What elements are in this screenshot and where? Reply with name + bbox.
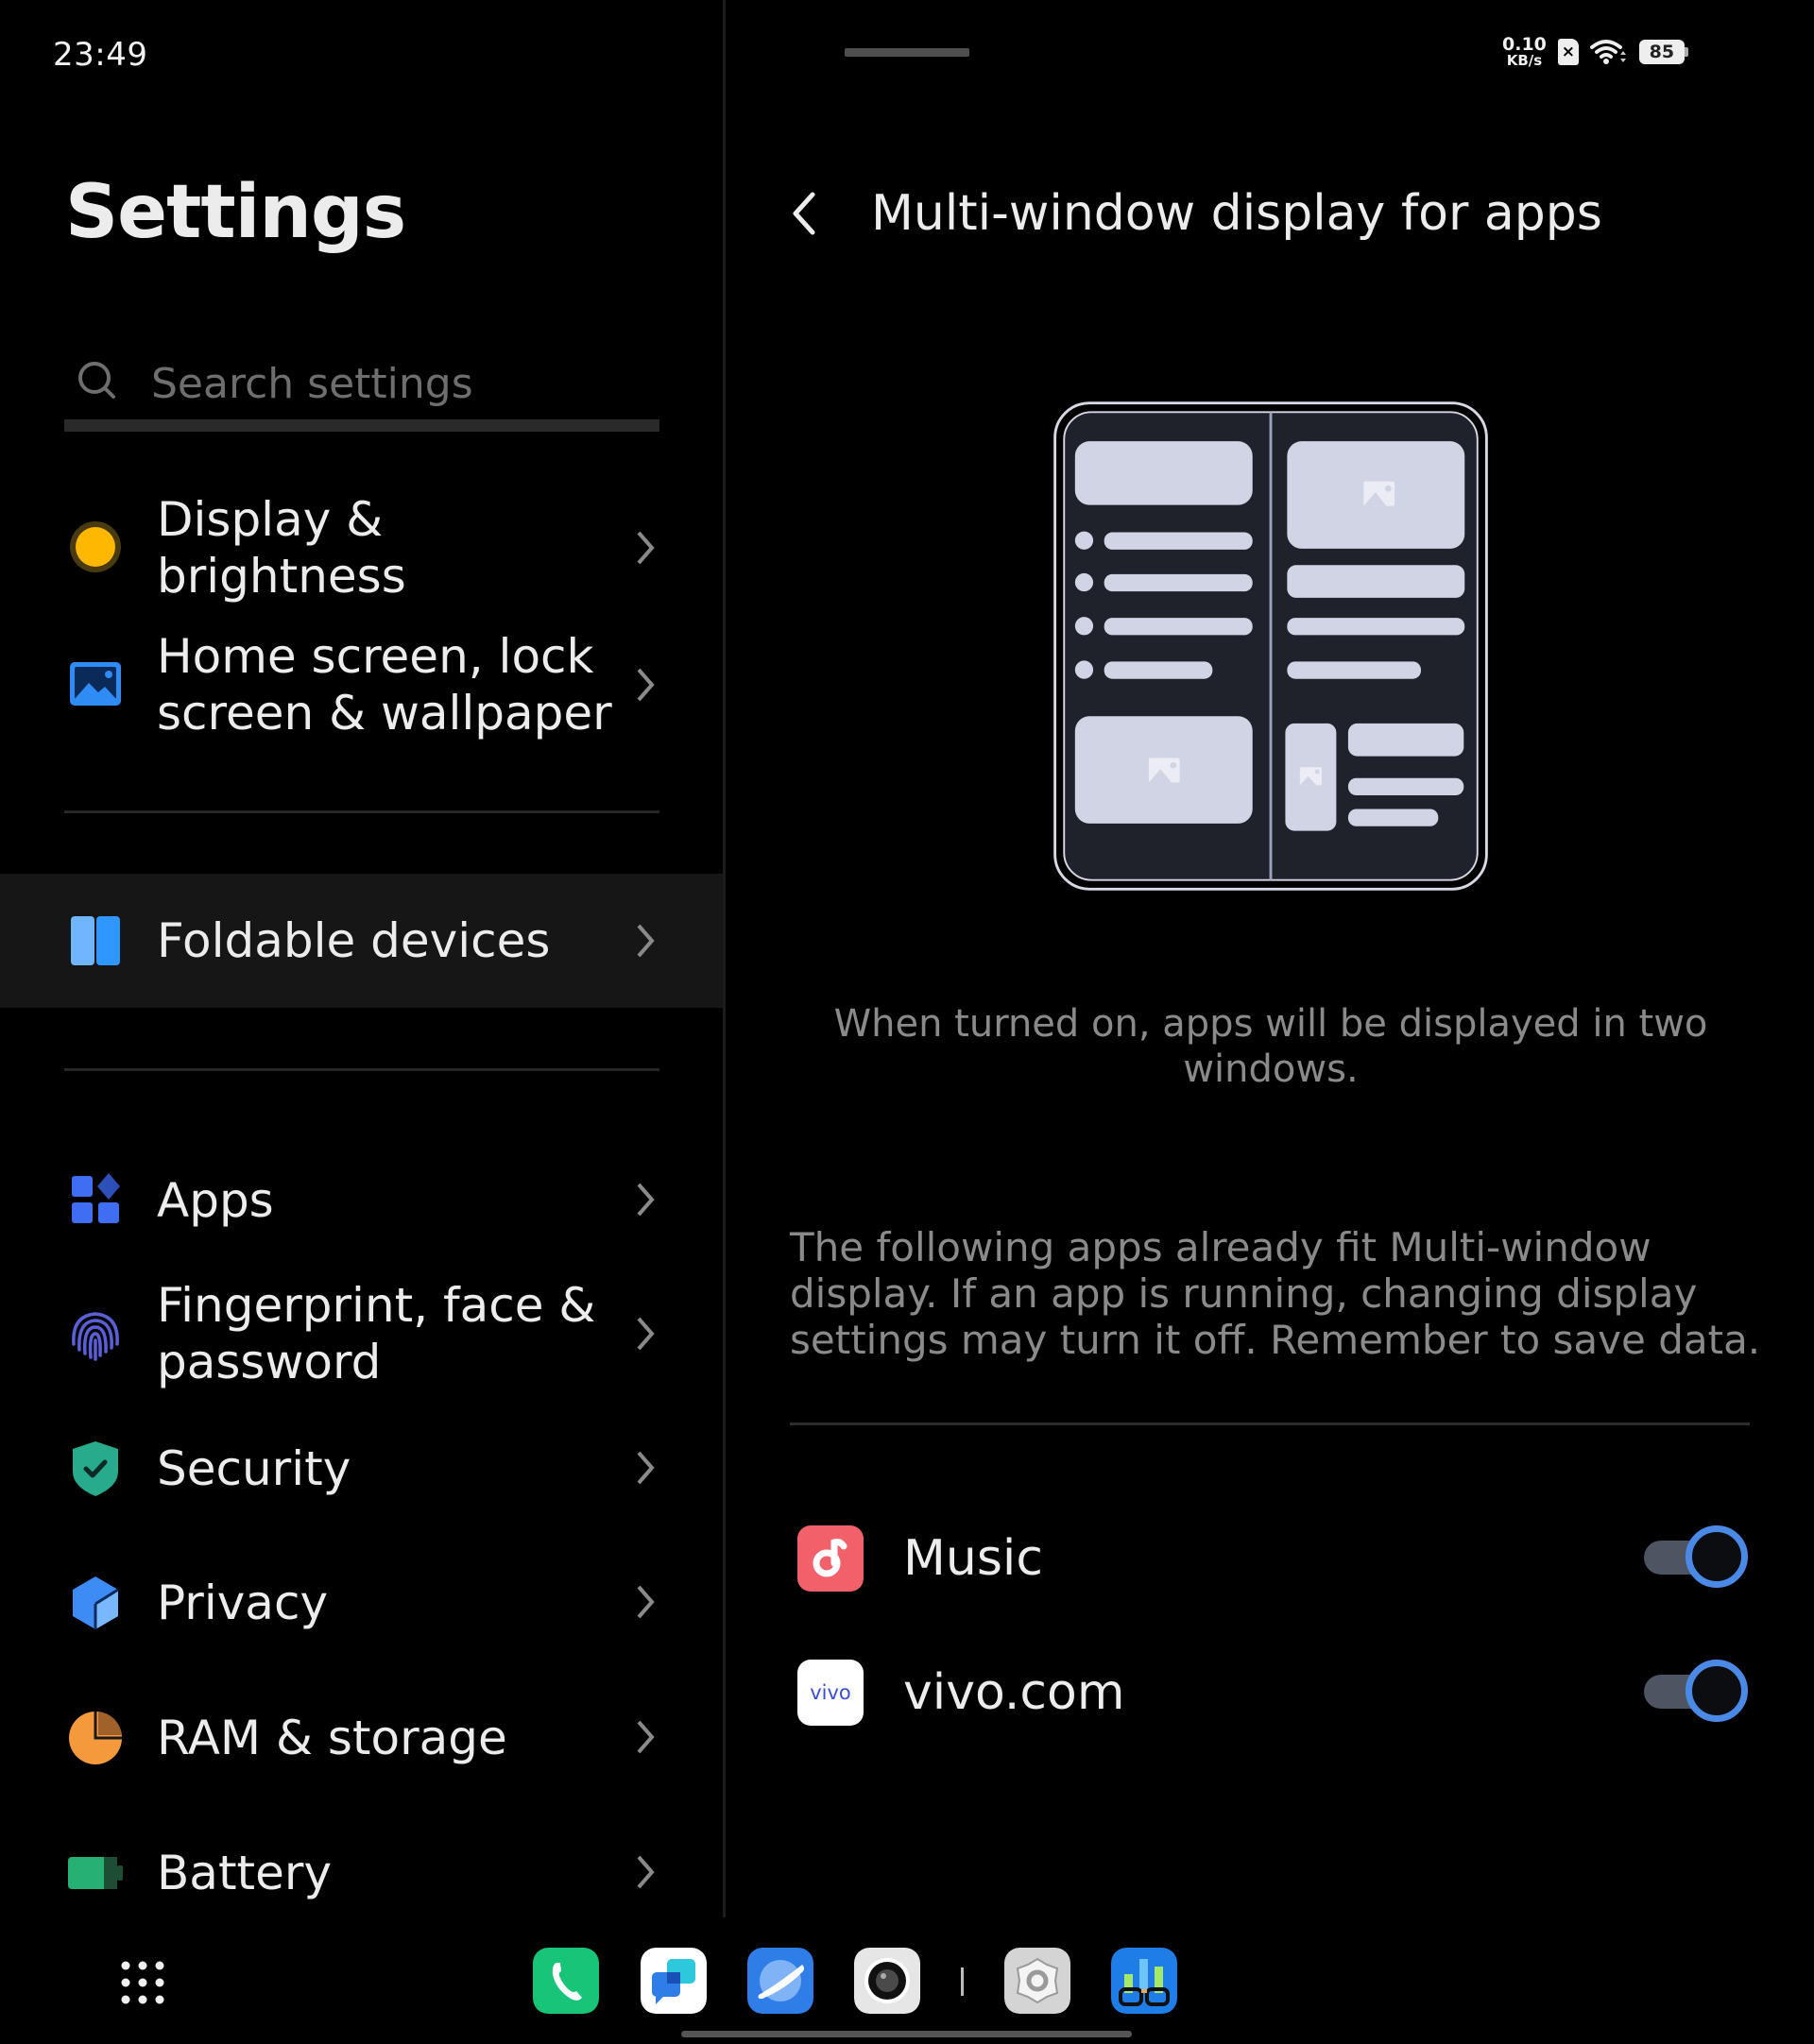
menu-item-label: Foldable devices (157, 913, 551, 968)
menu-item-home-screen[interactable]: Home screen, lock screen & wallpaper (0, 628, 723, 741)
menu-item-battery[interactable]: Battery (0, 1831, 723, 1916)
search-box[interactable] (64, 349, 659, 433)
pie-chart-icon (69, 1712, 122, 1764)
menu-item-label: Home screen, lock screen & wallpaper (157, 629, 612, 741)
vivo-logo-text: vivo (810, 1681, 851, 1704)
vivo-app-icon: vivo (797, 1660, 864, 1726)
chevron-right-icon (637, 1720, 655, 1754)
search-underline (64, 419, 659, 432)
no-sim-icon: × (1557, 39, 1579, 65)
section-divider (790, 1422, 1750, 1425)
messages-app-icon[interactable] (641, 1948, 707, 2014)
menu-item-ram-storage[interactable]: RAM & storage (0, 1695, 723, 1780)
chevron-right-icon (637, 1585, 655, 1619)
settings-title: Settings (65, 170, 406, 255)
wallpaper-icon (70, 662, 121, 706)
back-arrow-icon[interactable] (786, 187, 824, 240)
menu-item-label: Fingerprint, face & password (157, 1278, 596, 1389)
search-icon (78, 362, 115, 399)
menu-item-label: RAM & storage (157, 1711, 507, 1765)
app-name: vivo.com (903, 1664, 1125, 1721)
network-speed-unit: KB/s (1506, 52, 1543, 69)
foldable-icon (71, 916, 120, 965)
menu-item-privacy[interactable]: Privacy (0, 1560, 723, 1645)
status-time: 23:49 (53, 36, 148, 74)
chevron-right-icon (637, 1183, 655, 1217)
music-app-icon (797, 1525, 864, 1592)
battery-level: 85 (1638, 40, 1685, 64)
fingerprint-icon (72, 1312, 119, 1361)
menu-item-label: Display & brightness (157, 492, 406, 604)
menu-item-display-brightness[interactable]: Display & brightness (0, 491, 723, 605)
pane-divider[interactable] (723, 0, 726, 1917)
app-drawer-icon[interactable] (119, 1959, 166, 2006)
multi-window-illustration (1053, 401, 1488, 891)
chevron-right-icon (637, 1855, 655, 1889)
toggle-knob (1686, 1525, 1748, 1588)
section-divider (64, 1068, 659, 1071)
toggle-knob (1686, 1660, 1748, 1722)
menu-item-fingerprint[interactable]: Fingerprint, face & password (0, 1275, 723, 1393)
section-divider (64, 810, 659, 813)
menu-item-security[interactable]: Security (0, 1426, 723, 1511)
settings-app-icon[interactable] (1004, 1948, 1070, 2014)
wifi-icon (1589, 40, 1626, 64)
battery-icon (68, 1857, 123, 1889)
privacy-icon (73, 1576, 119, 1629)
chevron-right-icon (637, 924, 655, 958)
split-drag-handle[interactable] (845, 48, 969, 57)
dock-separator (961, 1967, 964, 1996)
camera-app-icon[interactable] (854, 1948, 920, 2014)
chevron-right-icon (637, 1451, 655, 1485)
menu-item-foldable-devices[interactable]: Foldable devices (0, 874, 723, 1008)
vivo-multiwindow-toggle[interactable] (1640, 1658, 1750, 1724)
status-icons: 0.10 KB/s × 85 (1502, 36, 1688, 68)
app-row-music: Music (790, 1511, 1750, 1606)
home-indicator[interactable] (681, 2031, 1132, 2037)
app-row-vivo: vivo vivo.com (790, 1645, 1750, 1740)
menu-item-label: Apps (157, 1173, 274, 1228)
benchmark-app-icon[interactable] (1111, 1948, 1177, 2014)
menu-item-apps[interactable]: Apps (0, 1157, 723, 1242)
shield-check-icon (73, 1441, 118, 1496)
app-name: Music (903, 1530, 1043, 1587)
compatibility-note: The following apps already fit Multi-win… (790, 1224, 1761, 1363)
menu-item-label: Privacy (157, 1576, 329, 1630)
sun-icon (70, 521, 121, 572)
menu-item-label: Battery (157, 1846, 333, 1900)
chevron-right-icon (637, 531, 655, 565)
chevron-right-icon (637, 668, 655, 702)
music-multiwindow-toggle[interactable] (1640, 1524, 1750, 1590)
browser-app-icon[interactable] (747, 1948, 813, 2014)
search-input[interactable] (151, 349, 652, 417)
apps-icon (72, 1173, 120, 1223)
feature-description: When turned on, apps will be displayed i… (833, 1002, 1708, 1091)
battery-indicator: 85 (1638, 40, 1688, 64)
network-speed: 0.10 KB/s (1502, 36, 1547, 68)
chevron-right-icon (637, 1317, 655, 1351)
battery-tip (1684, 47, 1688, 57)
page-title: Multi-window display for apps (871, 185, 1602, 242)
phone-app-icon[interactable] (533, 1948, 599, 2014)
menu-item-label: Security (157, 1441, 351, 1496)
